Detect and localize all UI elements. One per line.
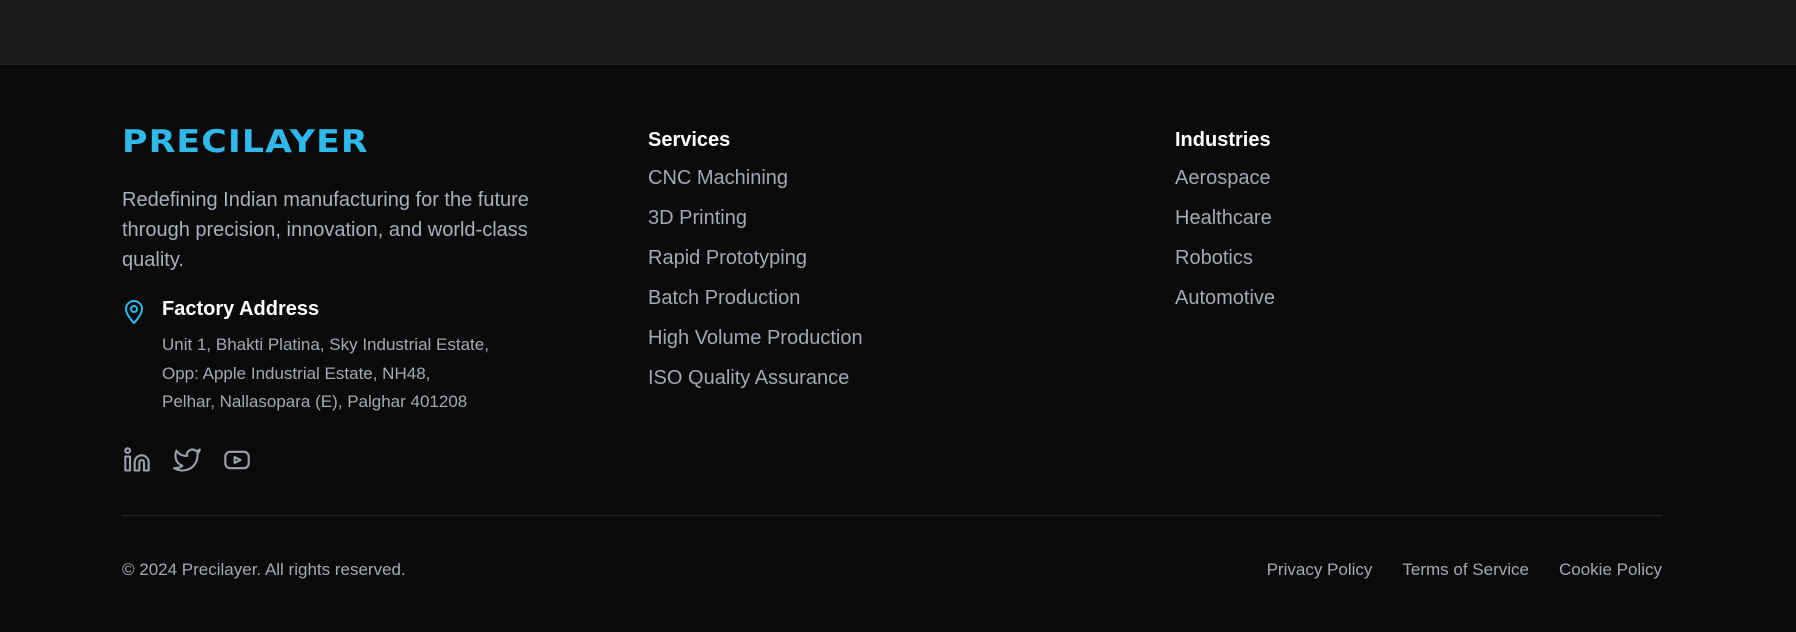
industry-link-automotive[interactable]: Automotive xyxy=(1175,286,1275,310)
factory-address: Unit 1, Bhakti Platina, Sky Industrial E… xyxy=(162,331,489,417)
linkedin-icon[interactable] xyxy=(122,445,152,475)
terms-of-service-link[interactable]: Terms of Service xyxy=(1402,559,1529,581)
industry-link-aerospace[interactable]: Aerospace xyxy=(1175,166,1275,190)
cookie-policy-link[interactable]: Cookie Policy xyxy=(1559,559,1662,581)
service-link-high-volume-production[interactable]: High Volume Production xyxy=(648,326,863,350)
services-heading: Services xyxy=(648,129,731,151)
footer-divider xyxy=(122,515,1662,516)
address-line: Pelhar, Nallasopara (E), Palghar 401208 xyxy=(162,392,468,411)
service-link-3d-printing[interactable]: 3D Printing xyxy=(648,206,863,230)
legal-links: Privacy Policy Terms of Service Cookie P… xyxy=(1267,559,1662,581)
industry-link-healthcare[interactable]: Healthcare xyxy=(1175,206,1275,230)
industry-link-robotics[interactable]: Robotics xyxy=(1175,246,1275,270)
brand-logo[interactable]: PRECILAYER xyxy=(122,127,369,158)
services-column: Services CNC Machining 3D Printing Rapid… xyxy=(648,128,863,406)
map-pin-icon xyxy=(122,299,146,325)
brand-tagline: Redefining Indian manufacturing for the … xyxy=(122,189,529,271)
copyright-text: © 2024 Precilayer. All rights reserved. xyxy=(122,560,406,579)
address-line: Unit 1, Bhakti Platina, Sky Industrial E… xyxy=(162,335,489,354)
privacy-policy-link[interactable]: Privacy Policy xyxy=(1267,559,1373,581)
twitter-icon[interactable] xyxy=(172,445,202,475)
industries-heading: Industries xyxy=(1175,129,1271,151)
youtube-icon[interactable] xyxy=(222,445,252,475)
site-footer: PRECILAYER Redefining Indian manufacturi… xyxy=(0,65,1796,632)
factory-address-title: Factory Address xyxy=(162,298,320,320)
industries-column: Industries Aerospace Healthcare Robotics… xyxy=(1175,128,1275,326)
service-link-batch-production[interactable]: Batch Production xyxy=(648,286,863,310)
service-link-iso-quality-assurance[interactable]: ISO Quality Assurance xyxy=(648,366,863,390)
service-link-cnc-machining[interactable]: CNC Machining xyxy=(648,166,863,190)
service-link-rapid-prototyping[interactable]: Rapid Prototyping xyxy=(648,246,863,270)
social-links xyxy=(122,445,252,475)
address-line: Opp: Apple Industrial Estate, NH48, xyxy=(162,363,431,383)
header-band xyxy=(0,0,1796,65)
